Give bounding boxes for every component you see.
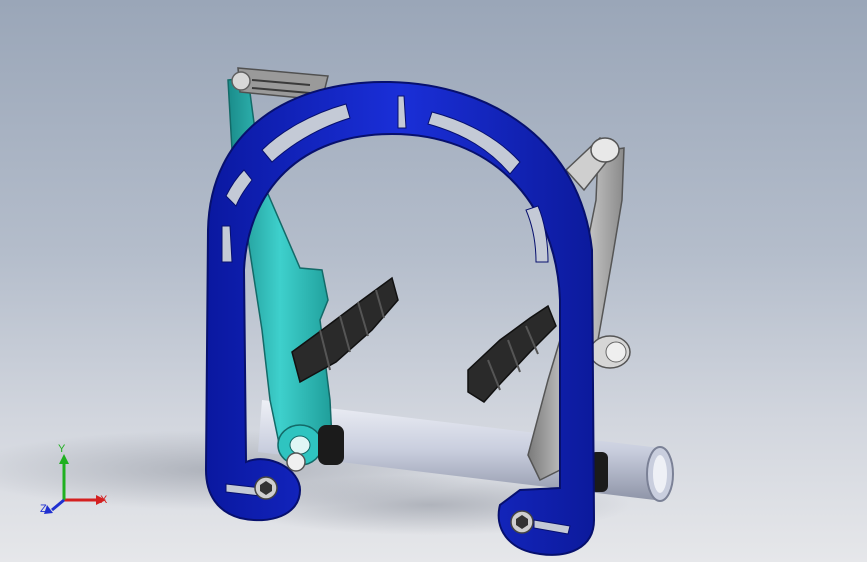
cad-viewport[interactable]: X Y Z: [0, 0, 867, 562]
right-brake-pad: [467, 304, 557, 403]
left-frame-bolt: [254, 476, 278, 500]
left-pivot-washer: [286, 452, 306, 472]
brake-assembly-render: X Y Z: [0, 67, 674, 556]
x-axis-label: X: [100, 494, 108, 506]
y-axis-label: Y: [58, 443, 66, 455]
z-axis-label: Z: [40, 503, 47, 515]
right-frame-bolt: [510, 510, 534, 534]
z-axis-arrow: [51, 498, 65, 512]
